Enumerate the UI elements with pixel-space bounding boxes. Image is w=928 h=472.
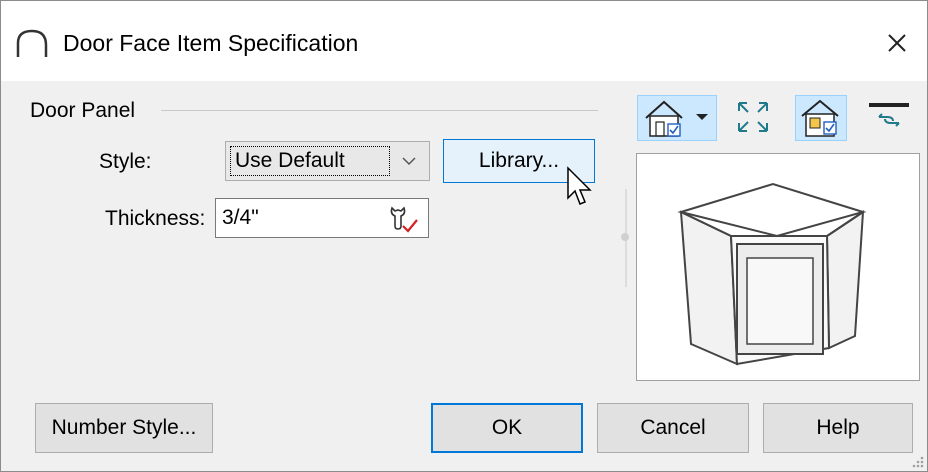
splitter-grip: [621, 233, 629, 241]
fit-view-icon: [738, 102, 768, 132]
close-icon[interactable]: [877, 23, 917, 63]
cancel-button[interactable]: Cancel: [597, 403, 749, 453]
title-bar: Door Face Item Specification: [1, 1, 927, 81]
window-title: Door Face Item Specification: [63, 30, 359, 56]
view-settings-button[interactable]: [795, 95, 847, 141]
wrench-check-icon[interactable]: [386, 204, 420, 234]
resize-grip-icon[interactable]: [909, 453, 925, 469]
number-style-button[interactable]: Number Style...: [35, 403, 213, 453]
camera-view-dropdown[interactable]: [637, 95, 717, 141]
group-divider: [161, 110, 598, 111]
door-face-dialog: Door Face Item Specification Door Panel …: [0, 0, 928, 472]
camera-view-dropdown-icon: [645, 100, 708, 137]
ok-button[interactable]: OK: [431, 403, 583, 453]
arch-icon: [16, 29, 48, 57]
library-button[interactable]: Library...: [443, 139, 595, 183]
help-button[interactable]: Help: [763, 403, 913, 453]
preview-panel: [636, 153, 920, 381]
cabinet-preview-image: [677, 182, 867, 366]
door-panel-group-label: Door Panel: [30, 98, 146, 124]
view-settings-icon: [801, 99, 839, 137]
style-combobox[interactable]: Use Default: [225, 141, 430, 181]
fit-view-button[interactable]: [731, 95, 775, 141]
chevron-down-icon: [402, 157, 416, 166]
style-label: Style:: [99, 150, 152, 173]
thickness-label: Thickness:: [105, 207, 206, 230]
style-value: Use Default: [230, 146, 390, 176]
swap-icon: [869, 103, 909, 127]
swap-button[interactable]: [865, 95, 913, 141]
